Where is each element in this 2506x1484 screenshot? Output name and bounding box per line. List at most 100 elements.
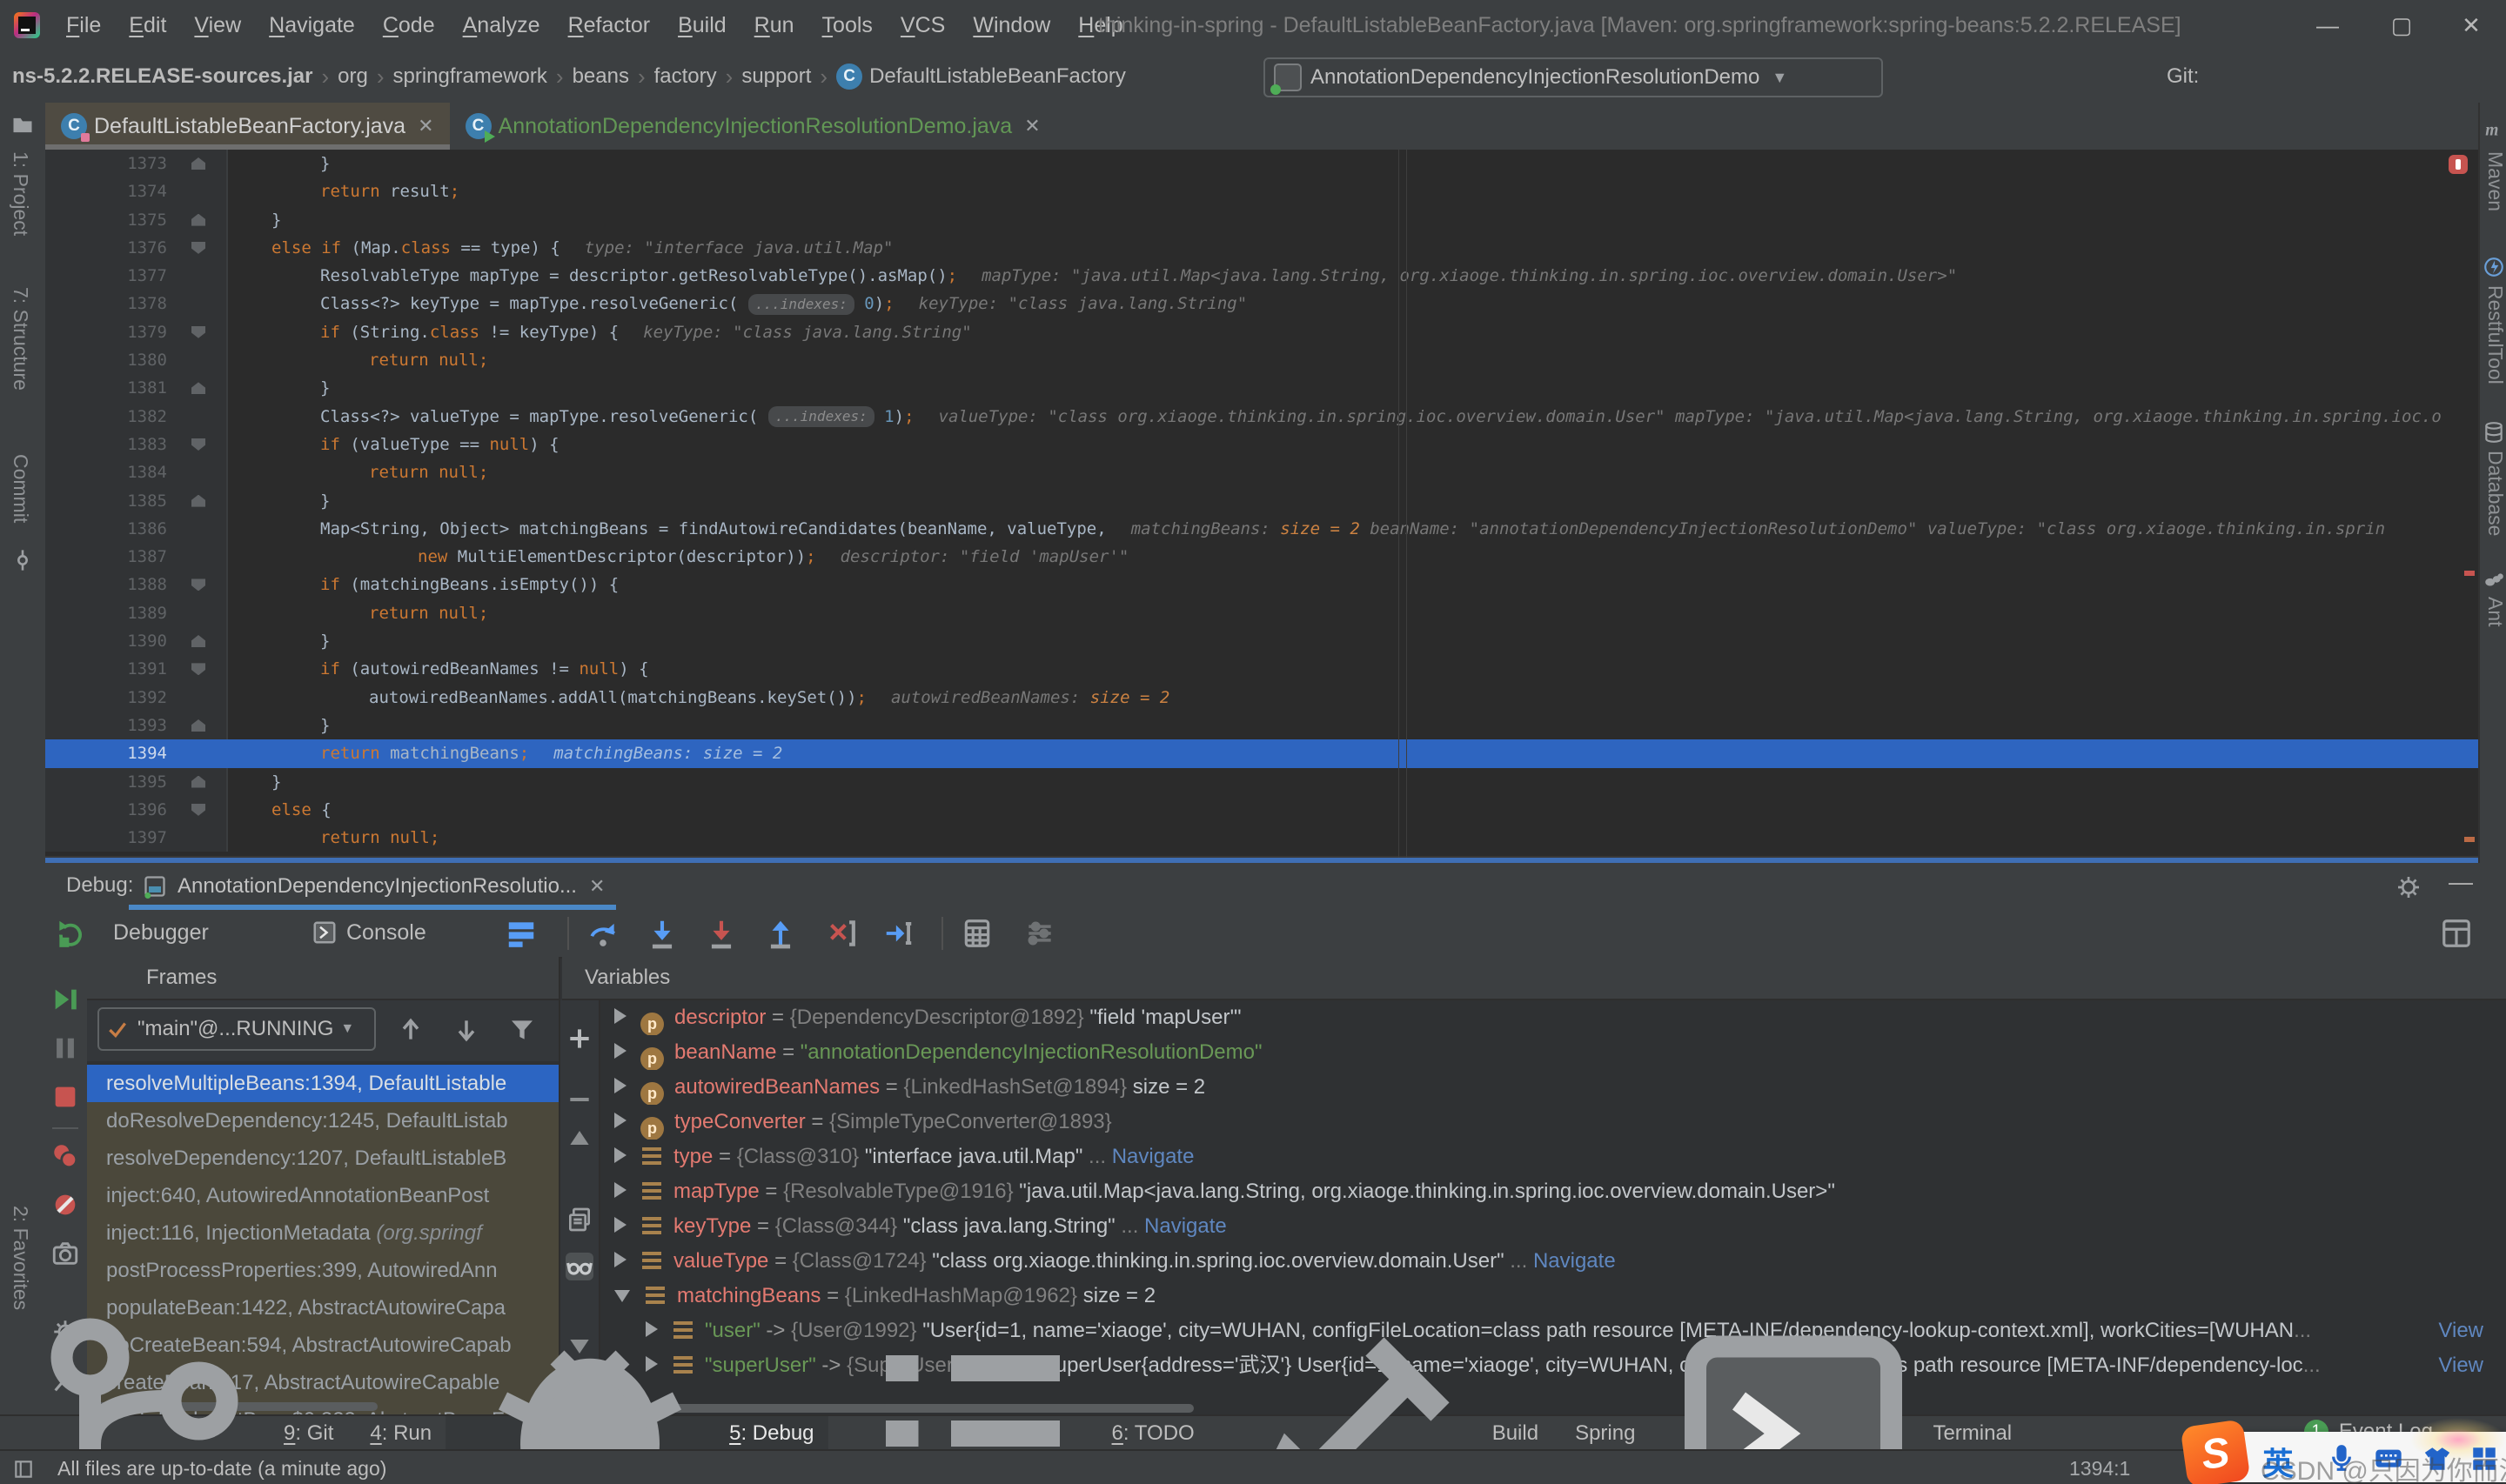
restore-layout-icon[interactable] <box>2440 917 2473 950</box>
line-number[interactable]: 1388 <box>45 571 176 599</box>
code-editor[interactable]: 1373} 1374 return result; 1375} 1376 else if … <box>45 150 2478 863</box>
line-number[interactable]: 1383 <box>45 430 176 459</box>
pause-button[interactable] <box>50 1033 80 1063</box>
expand-icon[interactable] <box>614 1008 626 1024</box>
evaluate-expression-button[interactable] <box>961 917 994 950</box>
code-line[interactable]: 1379 if (String.class != keyType) {keyTyp… <box>45 318 2478 347</box>
tool-stripe-commit[interactable]: Commit <box>9 454 32 523</box>
tool-stripe-maven[interactable]: Maven <box>2483 151 2506 211</box>
fold-gutter[interactable] <box>176 262 228 291</box>
toolwindow-button-build[interactable]: Build <box>1209 1337 1552 1484</box>
toolwindow-button-spring[interactable]: Spring <box>1552 1416 1649 1451</box>
menu-item-navigate[interactable]: Navigate <box>255 13 369 38</box>
fold-gutter[interactable] <box>176 290 228 318</box>
add-watch-button[interactable] <box>566 1025 593 1053</box>
fold-gutter[interactable] <box>176 571 228 599</box>
frame-row[interactable]: doResolveDependency:1245, DefaultListab <box>87 1102 559 1140</box>
menu-item-view[interactable]: View <box>180 13 255 38</box>
expand-icon[interactable] <box>614 1147 626 1163</box>
close-button[interactable]: ✕ <box>2458 12 2484 38</box>
tool-stripe-project[interactable]: 1: Project <box>9 151 32 236</box>
code-line[interactable]: 1388 if (matchingBeans.isEmpty()) { <box>45 571 2478 599</box>
menu-item-edit[interactable]: Edit <box>115 13 180 38</box>
settings-gear-icon[interactable] <box>2395 873 2422 901</box>
fold-gutter[interactable] <box>176 374 228 403</box>
fold-gutter[interactable] <box>176 655 228 684</box>
frame-row[interactable]: inject:116, InjectionMetadata (org.sprin… <box>87 1214 559 1252</box>
line-number[interactable]: 1382 <box>45 402 176 431</box>
fold-gutter[interactable] <box>176 767 228 796</box>
minimize-button[interactable]: — <box>2315 12 2341 38</box>
mute-breakpoints-button[interactable] <box>50 1190 80 1220</box>
maximize-button[interactable]: ▢ <box>2389 12 2415 38</box>
line-number[interactable]: 1381 <box>45 374 176 403</box>
view-link[interactable]: View <box>2431 1348 2483 1383</box>
line-number[interactable]: 1395 <box>45 767 176 796</box>
menu-item-run[interactable]: Run <box>740 13 808 38</box>
fold-end-icon[interactable] <box>191 494 205 507</box>
line-number[interactable]: 1385 <box>45 486 176 515</box>
line-number[interactable]: 1394 <box>45 739 176 768</box>
tool-stripe-structure[interactable]: 7: Structure <box>9 287 32 391</box>
step-out-button[interactable] <box>764 917 797 950</box>
line-number[interactable]: 1387 <box>45 543 176 572</box>
fold-gutter[interactable] <box>176 318 228 347</box>
fold-start-icon[interactable] <box>191 578 205 592</box>
fold-end-icon[interactable] <box>191 775 205 788</box>
project-folder-icon[interactable] <box>10 113 35 137</box>
ant-icon[interactable] <box>2483 569 2505 592</box>
hide-panel-icon[interactable]: — <box>2449 868 2473 896</box>
collapse-icon[interactable] <box>614 1290 630 1302</box>
fold-start-icon[interactable] <box>191 241 205 254</box>
fold-gutter[interactable] <box>176 346 228 375</box>
code-line[interactable]: 1387 new MultiElementDescriptor(descripto… <box>45 543 2478 572</box>
tab-debugger[interactable]: Debugger <box>113 910 209 955</box>
previous-frame-button[interactable] <box>397 1016 425 1044</box>
menu-item-analyze[interactable]: Analyze <box>449 13 554 38</box>
code-line[interactable]: 1395} <box>45 767 2478 796</box>
fold-start-icon[interactable] <box>191 663 205 676</box>
expand-icon[interactable] <box>614 1217 626 1233</box>
variable-row[interactable]: p autowiredBeanNames = {LinkedHashSet@189… <box>600 1070 2506 1105</box>
fold-end-icon[interactable] <box>191 157 205 170</box>
fold-gutter[interactable] <box>176 430 228 459</box>
scroll-up-icon[interactable] <box>566 1124 593 1152</box>
fold-gutter[interactable] <box>176 739 228 768</box>
variable-row[interactable]: mapType = {ResolvableType@1916} "java.ut… <box>600 1174 2506 1209</box>
line-number[interactable]: 1376 <box>45 233 176 263</box>
hide-library-frames-icon[interactable] <box>508 1016 536 1044</box>
restfultool-icon[interactable] <box>2483 256 2505 278</box>
expand-icon[interactable] <box>614 1113 626 1128</box>
breadcrumb-item[interactable]: support <box>741 64 811 89</box>
force-step-into-button[interactable] <box>705 917 738 950</box>
close-icon[interactable]: ✕ <box>589 875 605 898</box>
menu-item-file[interactable]: File <box>52 13 115 38</box>
fold-end-icon[interactable] <box>191 635 205 648</box>
toolwindow-toggle-icon[interactable] <box>12 1458 35 1481</box>
fold-gutter[interactable] <box>176 711 228 740</box>
debug-session-tab[interactable]: AnnotationDependencyInjectionResolutio..… <box>129 863 619 910</box>
frame-row[interactable]: inject:640, AutowiredAnnotationBeanPost <box>87 1177 559 1214</box>
resume-button[interactable] <box>50 985 80 1014</box>
fold-gutter[interactable] <box>176 795 228 825</box>
tab-console[interactable]: Console <box>312 910 426 955</box>
code-line[interactable]: 1377 ResolvableType mapType = descriptor.… <box>45 262 2478 291</box>
layout-settings-icon[interactable] <box>505 917 538 950</box>
tool-stripe-ant[interactable]: Ant <box>2483 597 2506 627</box>
drop-frame-button[interactable] <box>823 917 856 950</box>
toolwindow-button-git[interactable]: 9: Git <box>0 1318 347 1484</box>
error-indicator-icon[interactable] <box>2449 155 2468 174</box>
variable-row[interactable]: type = {Class@310} "interface java.util.… <box>600 1140 2506 1174</box>
warning-stripe-mark[interactable] <box>2464 837 2475 842</box>
next-frame-button[interactable] <box>452 1016 480 1044</box>
code-line[interactable]: 1374 return result; <box>45 177 2478 206</box>
fold-end-icon[interactable] <box>191 382 205 395</box>
code-line[interactable]: 1381} <box>45 374 2478 403</box>
line-number[interactable]: 1374 <box>45 177 176 206</box>
breadcrumb-item[interactable]: springframework <box>393 64 547 89</box>
editor-tab[interactable]: C DefaultListableBeanFactory.java ✕ <box>45 103 450 150</box>
code-line[interactable]: 1383 if (valueType == null) { <box>45 430 2478 459</box>
caret-position[interactable]: 1394:1 <box>2069 1451 2130 1484</box>
breadcrumb-item[interactable]: factory <box>654 64 717 89</box>
menu-item-window[interactable]: Window <box>959 13 1064 38</box>
